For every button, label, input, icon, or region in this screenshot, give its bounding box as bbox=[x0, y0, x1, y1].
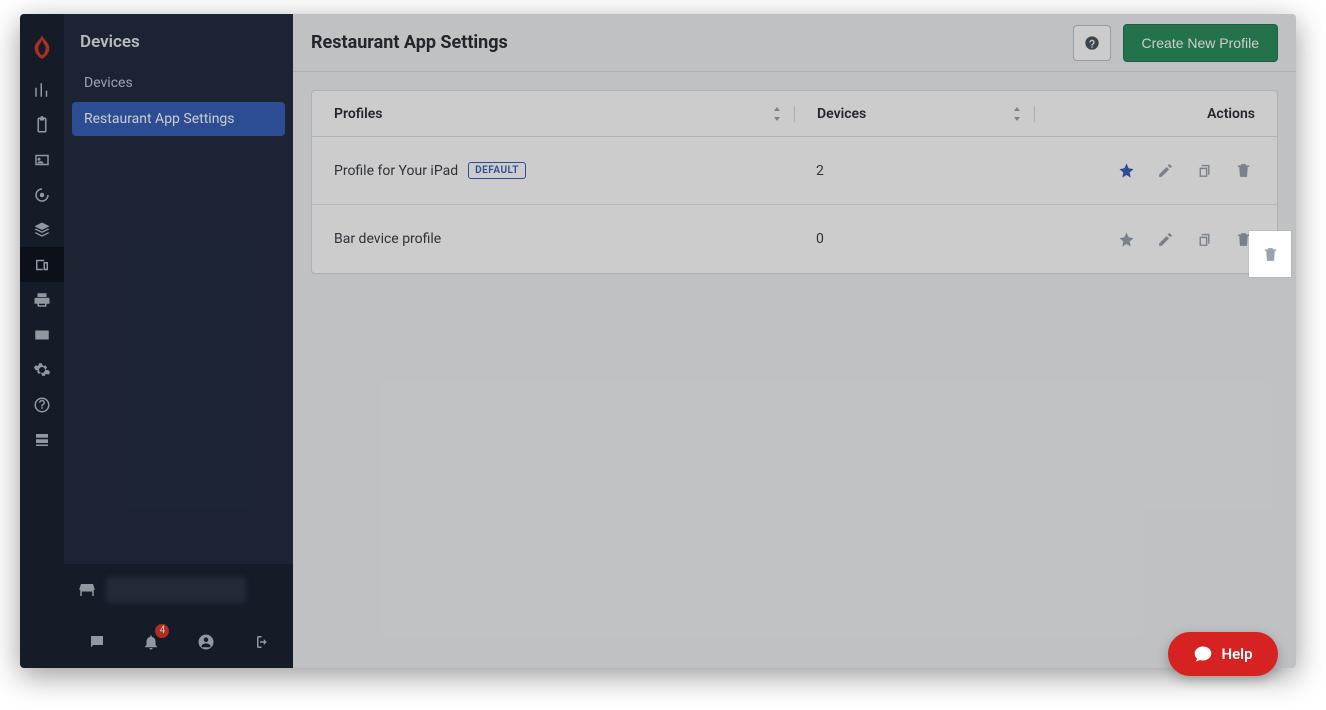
sidebar-item-restaurant-app-settings[interactable]: Restaurant App Settings bbox=[72, 102, 285, 136]
sidebar-title: Devices bbox=[64, 14, 293, 66]
nav-clipboard-icon[interactable] bbox=[20, 107, 64, 142]
default-badge: DEFAULT bbox=[468, 162, 526, 179]
duplicate-button[interactable] bbox=[1192, 227, 1216, 251]
duplicate-button[interactable] bbox=[1192, 159, 1216, 183]
footer-chat-icon[interactable] bbox=[81, 626, 113, 658]
star-icon bbox=[1118, 162, 1135, 179]
main: Restaurant App Settings Create New Profi… bbox=[293, 14, 1296, 668]
nav-settings-icon[interactable] bbox=[20, 352, 64, 387]
edit-button[interactable] bbox=[1153, 227, 1177, 251]
pencil-icon bbox=[1157, 231, 1174, 248]
profile-name: Profile for Your iPad bbox=[334, 163, 458, 179]
notification-badge: 4 bbox=[155, 624, 169, 638]
col-header-profiles[interactable]: Profiles bbox=[312, 106, 794, 122]
sort-icon bbox=[1012, 107, 1022, 121]
footer-logout-icon[interactable] bbox=[244, 626, 276, 658]
table-header: Profiles Devices Actions bbox=[312, 91, 1277, 137]
store-switcher[interactable] bbox=[64, 564, 293, 616]
create-new-profile-button[interactable]: Create New Profile bbox=[1123, 24, 1279, 62]
nav-card-icon[interactable] bbox=[20, 317, 64, 352]
chat-icon bbox=[1193, 644, 1213, 664]
nav-coin-icon[interactable] bbox=[20, 177, 64, 212]
nav-id-icon[interactable] bbox=[20, 142, 64, 177]
pencil-icon bbox=[1157, 162, 1174, 179]
help-fab[interactable]: Help bbox=[1168, 632, 1278, 676]
nav-printer-icon[interactable] bbox=[20, 282, 64, 317]
trash-icon bbox=[1235, 162, 1252, 179]
footer-account-icon[interactable] bbox=[190, 626, 222, 658]
trash-icon bbox=[1262, 246, 1279, 263]
sort-icon bbox=[772, 107, 782, 121]
col-header-actions: Actions bbox=[1034, 106, 1277, 122]
col-header-devices[interactable]: Devices bbox=[794, 106, 1034, 122]
table-row: Bar device profile 0 bbox=[312, 205, 1277, 273]
sidebar-item-devices[interactable]: Devices bbox=[72, 66, 285, 100]
device-count: 2 bbox=[816, 163, 824, 179]
nav-devices-icon[interactable] bbox=[20, 247, 64, 282]
main-header: Restaurant App Settings Create New Profi… bbox=[293, 14, 1296, 72]
edit-button[interactable] bbox=[1153, 159, 1177, 183]
page-title: Restaurant App Settings bbox=[311, 32, 1073, 53]
profile-name: Bar device profile bbox=[334, 231, 441, 247]
logo-icon[interactable] bbox=[20, 22, 64, 72]
delete-button[interactable] bbox=[1231, 159, 1255, 183]
nav-analytics-icon[interactable] bbox=[20, 72, 64, 107]
set-default-button[interactable] bbox=[1114, 227, 1138, 251]
store-icon bbox=[78, 581, 96, 599]
profiles-table: Profiles Devices Actions Profile for You… bbox=[311, 90, 1278, 274]
star-icon bbox=[1118, 231, 1135, 248]
icon-rail bbox=[20, 14, 64, 668]
nav-help-icon[interactable] bbox=[20, 387, 64, 422]
table-row: Profile for Your iPad DEFAULT 2 bbox=[312, 137, 1277, 205]
copy-icon bbox=[1196, 162, 1213, 179]
device-count: 0 bbox=[816, 231, 824, 247]
set-default-button[interactable] bbox=[1114, 159, 1138, 183]
nav-layers-icon[interactable] bbox=[20, 212, 64, 247]
question-circle-icon bbox=[1084, 35, 1100, 51]
store-name-redacted bbox=[106, 577, 246, 603]
nav-server-icon[interactable] bbox=[20, 422, 64, 457]
page-help-button[interactable] bbox=[1073, 25, 1111, 61]
sidebar: Devices Devices Restaurant App Settings … bbox=[64, 14, 293, 668]
sidebar-footer: 4 bbox=[64, 564, 293, 668]
delete-button-highlighted[interactable] bbox=[1249, 231, 1291, 277]
footer-notifications-icon[interactable]: 4 bbox=[135, 626, 167, 658]
copy-icon bbox=[1196, 231, 1213, 248]
